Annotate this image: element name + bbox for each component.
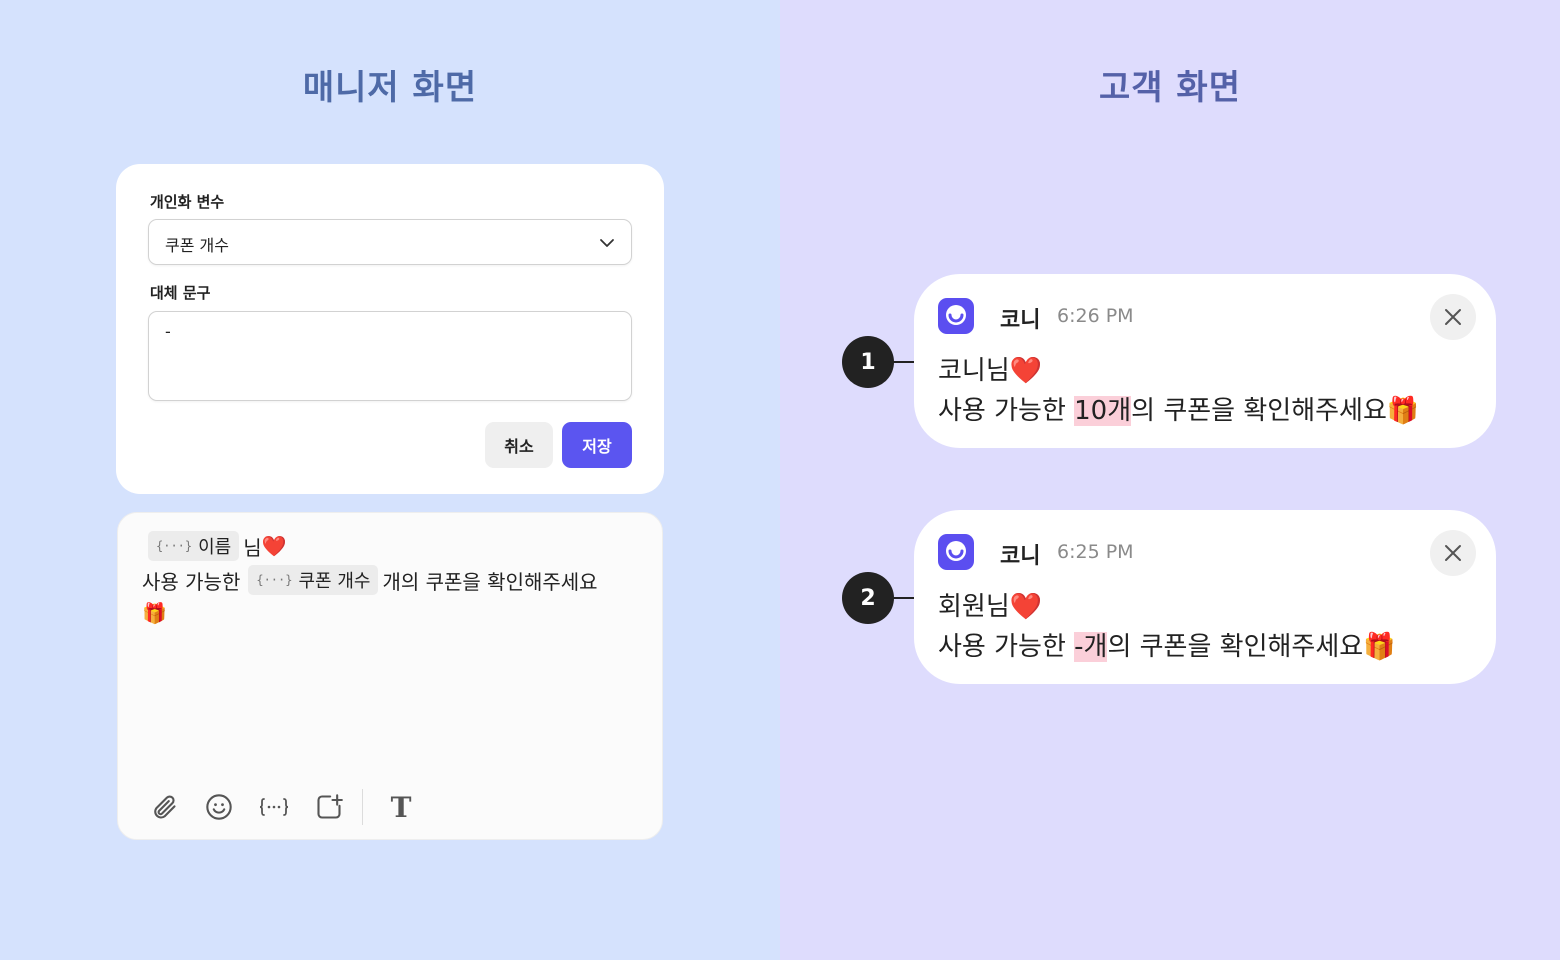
editor-line-2-prefix: 사용 가능한: [142, 569, 241, 594]
notification-line-1: 회원님❤️: [938, 586, 1042, 623]
greeting-name: 회원님: [938, 592, 1010, 622]
step-marker-1: 1: [842, 336, 894, 388]
gift-emoji: 🎁: [142, 601, 167, 625]
fallback-text-value: -: [165, 322, 171, 341]
notification-time: 6:26 PM: [1057, 305, 1134, 327]
marker-connector-1: [893, 361, 915, 363]
customer-panel-title: 고객 화면: [1099, 68, 1241, 108]
attach-button[interactable]: [144, 787, 184, 827]
variable-button[interactable]: [254, 787, 294, 827]
notification-time: 6:25 PM: [1057, 541, 1134, 563]
heart-emoji: ❤️: [1009, 356, 1043, 386]
emoji-icon: [206, 794, 232, 820]
gift-emoji: 🎁: [1363, 632, 1396, 662]
variable-chip-name-label: 이름: [198, 537, 232, 558]
close-icon: [1445, 309, 1461, 325]
line-2-prefix: 사용 가능한: [938, 396, 1075, 426]
app-logo-icon: [938, 298, 974, 334]
line-2-prefix: 사용 가능한: [938, 632, 1075, 662]
line-2-suffix: 의 쿠폰을 확인해주세요: [1131, 396, 1387, 426]
toolbar-divider: [362, 789, 363, 825]
add-image-button[interactable]: [309, 787, 349, 827]
notification-sender: 코니: [1000, 308, 1041, 333]
fallback-label: 대체 문구: [150, 284, 211, 302]
close-button[interactable]: [1430, 530, 1476, 576]
heart-emoji: ❤️: [261, 534, 287, 558]
gift-emoji: 🎁: [1386, 396, 1420, 426]
close-button[interactable]: [1430, 294, 1476, 340]
variable-select[interactable]: 쿠폰 개수: [148, 219, 632, 265]
app-logo-icon: [938, 534, 974, 570]
add-image-icon: [317, 794, 343, 819]
marker-connector-2: [893, 597, 915, 599]
highlighted-variable: 10개: [1074, 396, 1132, 426]
heart-emoji: ❤️: [1009, 592, 1043, 622]
notification-card-2[interactable]: 코니 6:25 PM 회원님❤️ 사용 가능한 -개의 쿠폰을 확인해주세요🎁: [914, 510, 1496, 684]
greeting-name: 코니님: [938, 356, 1010, 386]
notification-card-1[interactable]: 코니 6:26 PM 코니님❤️ 사용 가능한 10개의 쿠폰을 확인해주세요🎁: [914, 274, 1496, 448]
text-format-icon: T: [390, 790, 412, 824]
message-editor[interactable]: {···} 이름 님 ❤️ 사용 가능한 {···} 쿠폰 개수 개의 쿠폰을 …: [117, 512, 663, 840]
personalization-settings-card: 개인화 변수 쿠폰 개수 대체 문구 - 취소 저장: [116, 164, 664, 494]
variable-chip-coupon[interactable]: {···} 쿠폰 개수: [248, 565, 379, 595]
editor-toolbar: T: [144, 787, 436, 827]
editor-line-3: 🎁: [142, 601, 167, 625]
close-icon: [1445, 545, 1461, 561]
text-format-button[interactable]: T: [381, 787, 421, 827]
notification-sender: 코니: [1000, 544, 1041, 569]
manager-panel-title: 매니저 화면: [302, 68, 478, 108]
emoji-button[interactable]: [199, 787, 239, 827]
editor-line-2: 사용 가능한 {···} 쿠폰 개수 개의 쿠폰을 확인해주세요: [142, 565, 598, 595]
variable-icon: {···}: [156, 539, 193, 553]
variable-select-value: 쿠폰 개수: [165, 236, 229, 255]
variable-icon: {···}: [256, 573, 293, 587]
variable-label: 개인화 변수: [150, 193, 225, 211]
fallback-text-field[interactable]: -: [148, 311, 632, 401]
save-button[interactable]: 저장: [562, 422, 632, 468]
variable-chip-name[interactable]: {···} 이름: [148, 531, 240, 561]
line-2-suffix: 의 쿠폰을 확인해주세요: [1107, 632, 1364, 662]
notification-line-2: 사용 가능한 10개의 쿠폰을 확인해주세요🎁: [938, 390, 1419, 427]
highlighted-variable: -개: [1074, 632, 1108, 662]
editor-line-1-suffix: 님: [243, 535, 262, 560]
paperclip-icon: [154, 795, 176, 819]
chevron-down-icon: [600, 239, 614, 247]
variable-icon: [259, 798, 289, 816]
customer-panel: 고객 화면: [780, 0, 1560, 960]
notification-line-2: 사용 가능한 -개의 쿠폰을 확인해주세요🎁: [938, 626, 1396, 663]
manager-panel: 매니저 화면 개인화 변수 쿠폰 개수 대체 문구 - 취소 저장 {···} …: [0, 0, 780, 960]
editor-line-2-suffix: 개의 쿠폰을 확인해주세요: [382, 569, 598, 594]
editor-line-1: {···} 이름 님 ❤️: [142, 531, 287, 561]
step-marker-2: 2: [842, 572, 894, 624]
cancel-button[interactable]: 취소: [485, 422, 553, 468]
variable-chip-coupon-label: 쿠폰 개수: [298, 571, 371, 592]
notification-line-1: 코니님❤️: [938, 350, 1042, 387]
